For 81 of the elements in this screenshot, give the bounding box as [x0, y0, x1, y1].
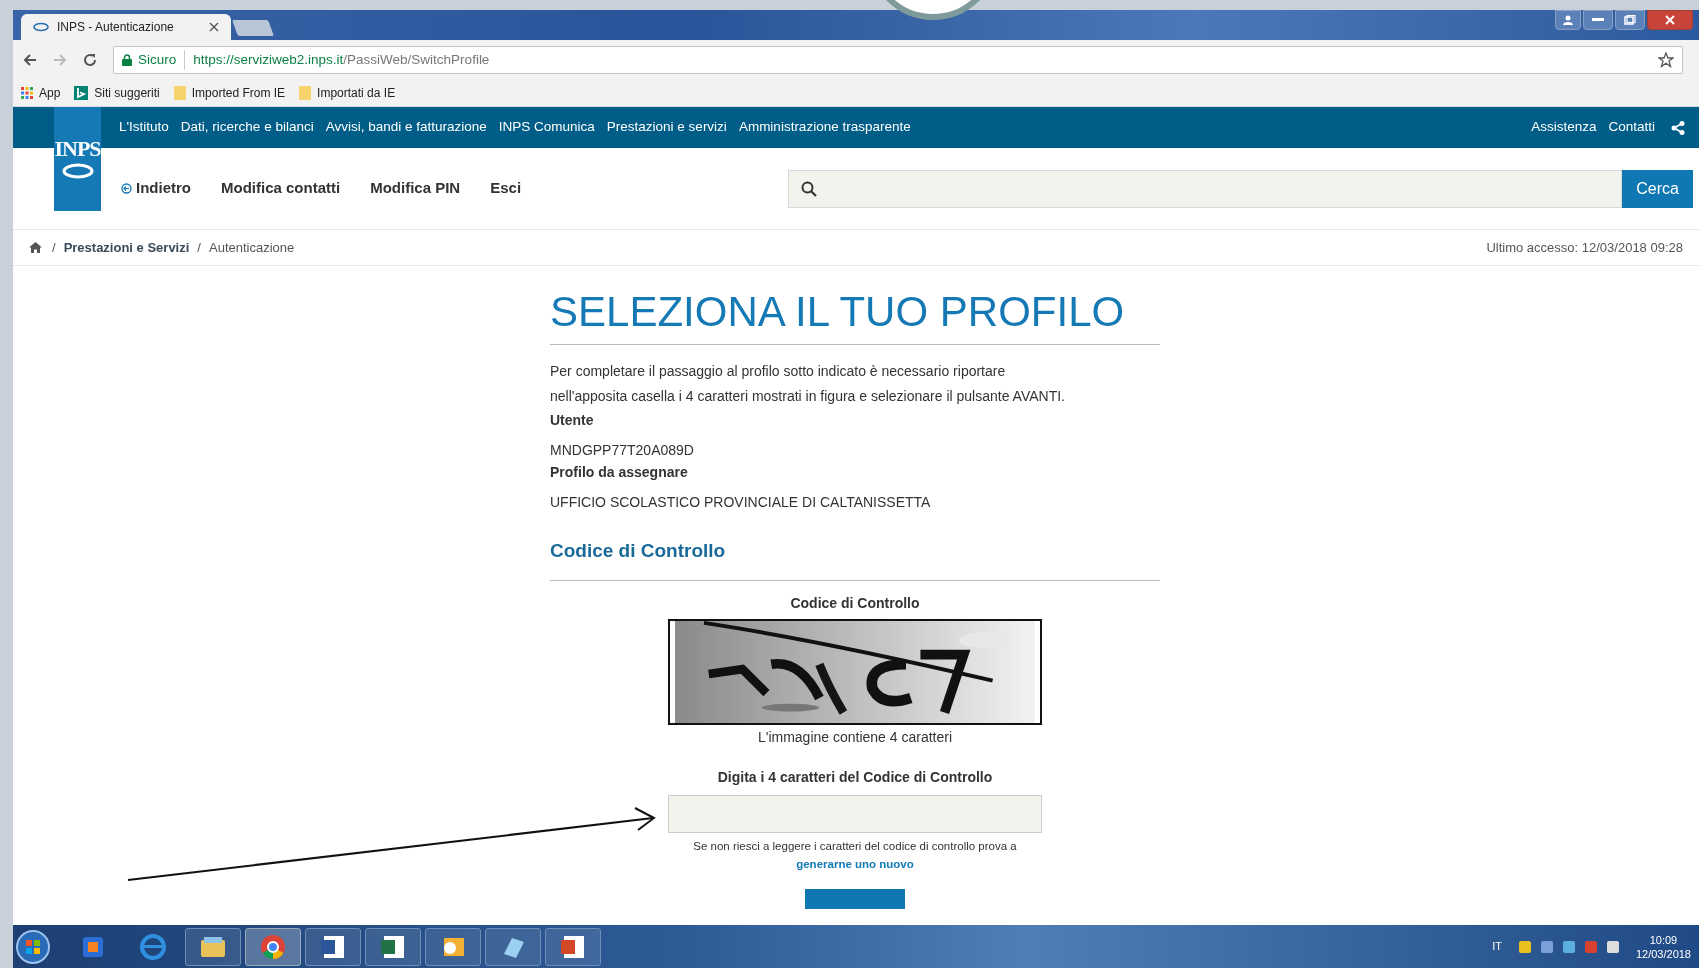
breadcrumb-separator: /: [197, 238, 201, 257]
forward-arrow-icon: [53, 53, 67, 67]
logo-text: INPS: [54, 138, 101, 160]
tab-title: INPS - Autenticazione: [57, 19, 175, 36]
start-orb-icon: [15, 928, 51, 965]
field-value: MNDGPP77T20A089D: [550, 441, 695, 460]
captcha-label: Codice di Controllo: [790, 593, 920, 613]
section-heading: Codice di Controllo: [550, 537, 1160, 581]
regenerate-link[interactable]: generarne uno nuovo: [796, 854, 914, 873]
nav-link[interactable]: Avvisi, bandi e fatturazione: [325, 117, 487, 138]
language-indicator[interactable]: IT: [1492, 938, 1502, 955]
nav-link[interactable]: Prestazioni e servizi: [606, 117, 727, 138]
captcha-input-field[interactable]: [668, 794, 1042, 833]
address-bar[interactable]: Sicuro https://serviziweb2.inps.it/PassiWeb/SwitchProfile: [113, 46, 1683, 74]
browser-e-icon: [138, 931, 168, 962]
close-icon: [1665, 15, 1675, 25]
header-link[interactable]: Indietro: [121, 177, 191, 200]
field-label: Utente: [550, 411, 595, 430]
new-tab-button[interactable]: [232, 20, 274, 36]
breadcrumb-link[interactable]: Prestazioni e Servizi: [63, 237, 190, 258]
home-icon: [29, 242, 42, 253]
header-link[interactable]: Esci: [490, 177, 522, 200]
bookmark-item[interactable]: Siti suggeriti: [74, 84, 160, 102]
bookmark-item[interactable]: Imported From IE: [173, 84, 286, 102]
taskbar-button[interactable]: [185, 927, 241, 966]
intro-text: Per completare il passaggio al profilo sotto indicato è necessario riportare: [550, 362, 1007, 381]
nav-link[interactable]: INPS Comunica: [498, 117, 595, 138]
minimize-icon: [1592, 18, 1604, 22]
search-icon: [801, 180, 818, 197]
search-button[interactable]: Cerca: [1622, 169, 1693, 208]
page-title: SELEZIONA IL TUO PROFILO: [550, 284, 1160, 345]
intro-text: nell'apposita casella i 4 caratteri mostrati in figura e selezionare il pulsante AVANTI.: [550, 387, 1066, 406]
back-arrow-icon: [23, 53, 37, 67]
field-label: Profilo da assegnare: [550, 463, 689, 482]
logo-swirl-icon: [60, 162, 95, 180]
taskbar-button[interactable]: [485, 927, 541, 966]
folder-icon: [173, 86, 186, 100]
profile-button[interactable]: [1555, 10, 1581, 30]
nav-link[interactable]: Dati, ricerche e bilanci: [180, 117, 314, 138]
breadcrumb-current: Autenticazione: [209, 238, 295, 257]
nav-link[interactable]: Contatti: [1608, 117, 1655, 138]
header-link[interactable]: Modifica contatti: [221, 177, 341, 200]
share-icon: [1671, 120, 1685, 135]
input-label: Digita i 4 caratteri del Codice di Controllo: [717, 767, 993, 787]
site-logo[interactable]: INPS: [54, 107, 101, 211]
nav-link[interactable]: L'Istituto: [119, 117, 169, 138]
padlock-icon: [122, 54, 132, 66]
search-field[interactable]: [788, 169, 1623, 208]
star-icon: [1658, 52, 1674, 68]
taskbar-button[interactable]: [245, 927, 301, 966]
back-circle-icon: [121, 183, 132, 194]
tab-favicon-icon: [33, 22, 49, 32]
last-access-text: Ultimo accesso: 12/03/2018 09:28: [1486, 238, 1683, 257]
close-window-button[interactable]: [1647, 10, 1693, 30]
secure-label: Sicuro: [138, 49, 186, 71]
taskbar-button[interactable]: [425, 927, 481, 966]
field-value: UFFICIO SCOLASTICO PROVINCIALE DI CALTANISSETTA: [550, 493, 932, 512]
restore-icon: [1624, 15, 1636, 25]
taskbar-button[interactable]: [305, 927, 361, 966]
submit-button[interactable]: [805, 888, 905, 909]
bookmark-item[interactable]: Importati da IE: [299, 84, 396, 102]
apps-grid-icon: [21, 87, 33, 99]
person-icon: [1562, 15, 1574, 25]
url-text: https://serviziweb2.inps.it/PassiWeb/SwitchProfile: [193, 50, 490, 69]
help-text: Se non riesci a leggere i caratteri del codice di controllo prova a: [693, 838, 1017, 854]
minimize-button[interactable]: [1583, 10, 1613, 30]
nav-link[interactable]: Amministrazione trasparente: [738, 117, 911, 138]
maximize-button[interactable]: [1615, 10, 1645, 30]
browser-tab[interactable]: INPS - Autenticazione: [21, 14, 231, 40]
folder-icon: [299, 86, 312, 100]
site-favicon-icon: [74, 86, 89, 100]
close-icon: [209, 22, 219, 32]
captcha-caption: L'immagine contiene 4 caratteri: [757, 727, 953, 747]
taskbar-button[interactable]: [365, 927, 421, 966]
header-link[interactable]: Modifica PIN: [370, 177, 461, 200]
breadcrumb-separator: /: [52, 238, 56, 257]
taskbar-button[interactable]: [545, 927, 601, 966]
reload-icon: [83, 53, 97, 67]
bookmark-item[interactable]: App: [21, 84, 61, 102]
clock[interactable]: 10:09 12/03/2018: [1635, 932, 1691, 961]
nav-link[interactable]: Assistenza: [1531, 117, 1597, 138]
